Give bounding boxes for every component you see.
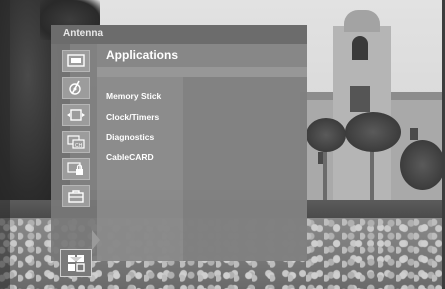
applications-panel: Applications Memory Stick Clock/Timers D… xyxy=(97,44,307,261)
menu-item-list: Memory Stick Clock/Timers Diagnostics Ca… xyxy=(97,77,183,261)
building-window xyxy=(410,128,418,140)
menu-title: Antenna xyxy=(63,28,103,39)
menu-item-clock-timers[interactable]: Clock/Timers xyxy=(106,112,159,122)
category-sound[interactable] xyxy=(62,77,90,99)
category-setup[interactable] xyxy=(62,185,90,207)
section-title: Applications xyxy=(106,48,179,62)
category-picture[interactable] xyxy=(62,50,90,72)
palm-tree xyxy=(345,112,401,152)
screen-edge-left xyxy=(0,0,10,289)
category-applications[interactable] xyxy=(60,249,92,277)
osd-menu: Antenna CH Applications Memory Stick Clo… xyxy=(51,25,307,277)
category-icon-column: CH xyxy=(51,44,97,277)
category-screen[interactable] xyxy=(62,104,90,126)
category-channel[interactable]: CH xyxy=(62,131,90,153)
palm-tree xyxy=(400,140,445,190)
menu-item-diagnostics[interactable]: Diagnostics xyxy=(106,132,154,142)
svg-text:CH: CH xyxy=(75,143,83,149)
section-divider xyxy=(97,67,307,77)
tv-screen: Antenna CH Applications Memory Stick Clo… xyxy=(0,0,445,289)
setup-icon xyxy=(67,189,85,203)
sound-icon xyxy=(67,80,85,96)
chevron-down-icon xyxy=(70,257,82,262)
palm-tree xyxy=(306,118,346,152)
menu-item-cablecard[interactable]: CableCARD xyxy=(106,152,154,162)
parental-lock-icon xyxy=(67,162,85,176)
menu-item-memory-stick[interactable]: Memory Stick xyxy=(106,91,161,101)
channel-icon: CH xyxy=(67,135,85,149)
tower-window xyxy=(352,36,368,60)
screen-icon xyxy=(66,108,86,122)
picture-icon xyxy=(67,54,85,68)
menu-header: Antenna xyxy=(51,25,307,44)
detail-pane xyxy=(183,77,307,261)
category-parental-lock[interactable] xyxy=(62,158,90,180)
background-tower-top xyxy=(344,10,380,32)
tower-window xyxy=(350,86,370,112)
selection-arrow-icon xyxy=(92,230,100,250)
